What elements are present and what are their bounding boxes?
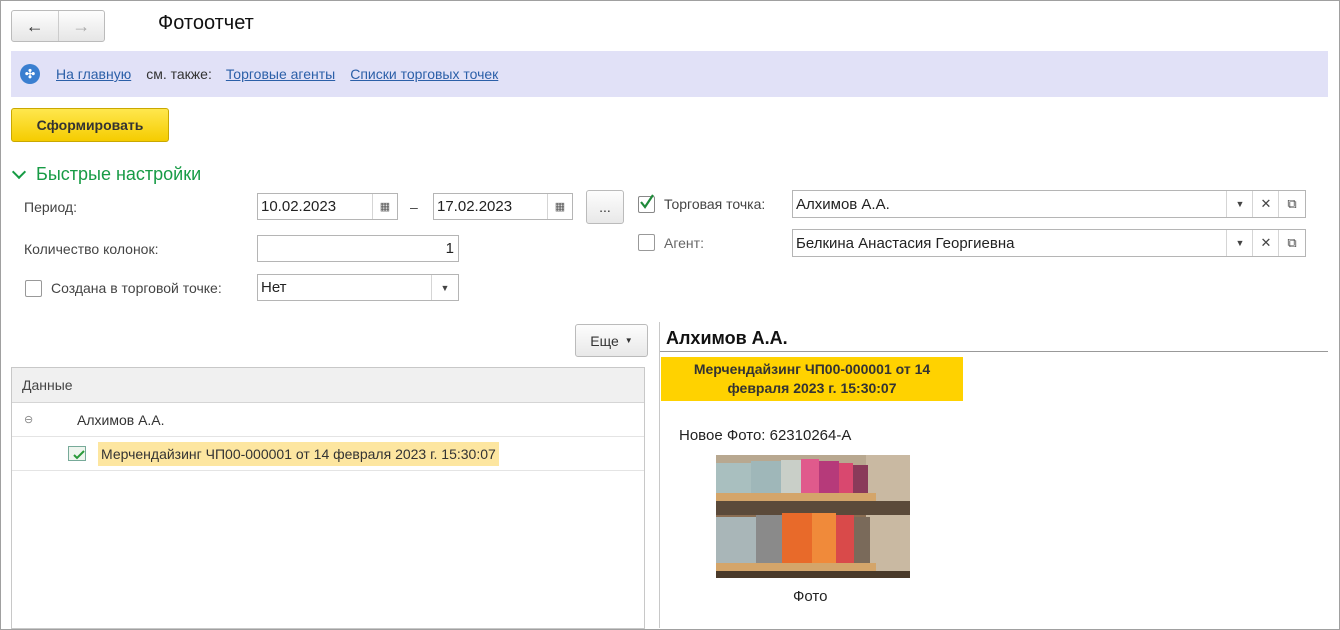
- tree-item-row[interactable]: Мерчендайзинг ЧП00-000001 от 14 февраля …: [12, 437, 644, 471]
- tree-header: Данные: [12, 368, 644, 403]
- tree-item-label: Мерчендайзинг ЧП00-000001 от 14 февраля …: [98, 442, 499, 466]
- report-doc-line1: Мерчендайзинг ЧП00-000001 от 14: [693, 361, 931, 377]
- report-new-photo: Новое Фото: 62310264-A: [679, 427, 852, 444]
- agents-link[interactable]: Торговые агенты: [226, 66, 335, 82]
- calendar-icon[interactable]: ▦: [372, 194, 397, 219]
- date-to-value: 17.02.2023: [437, 198, 513, 215]
- more-button[interactable]: Еще ▼: [575, 324, 648, 357]
- document-posted-icon: [68, 446, 86, 461]
- open-icon[interactable]: ⧉: [1278, 191, 1305, 217]
- outlet-lists-link[interactable]: Списки торговых точек: [350, 66, 498, 82]
- check-icon: [640, 194, 654, 209]
- report-doc-line2: февраля 2023 г. 15:30:07: [727, 380, 897, 396]
- period-select-button[interactable]: ...: [586, 190, 624, 224]
- chevron-down-icon: ▼: [624, 336, 633, 345]
- columns-value: 1: [445, 240, 454, 257]
- agent-checkbox[interactable]: [638, 234, 655, 251]
- report-area: Алхимов А.А. Мерчендайзинг ЧП00-000001 о…: [659, 322, 1328, 628]
- home-link[interactable]: На главную: [56, 66, 131, 82]
- agent-input[interactable]: Белкина Анастасия Георгиевна ▼ ✕ ⧉: [792, 229, 1306, 257]
- outlet-input[interactable]: Алхимов А.А. ▼ ✕ ⧉: [792, 190, 1306, 218]
- back-button[interactable]: ←: [12, 11, 58, 41]
- agent-label: Агент:: [664, 235, 704, 251]
- chevron-down-icon: [11, 164, 27, 180]
- date-to-input[interactable]: 17.02.2023 ▦: [433, 193, 573, 220]
- agent-value: Белкина Анастасия Георгиевна: [796, 234, 1015, 252]
- tree-group-row[interactable]: ⊖ Алхимов А.А.: [12, 403, 644, 437]
- created-select[interactable]: Нет ▼: [257, 274, 459, 301]
- forward-button[interactable]: →: [57, 11, 105, 41]
- columns-label: Количество колонок:: [24, 241, 159, 257]
- merchandise-photo[interactable]: [716, 455, 910, 578]
- period-label: Период:: [24, 199, 77, 215]
- report-document-cell[interactable]: Мерчендайзинг ЧП00-000001 от 14 февраля …: [661, 357, 963, 401]
- open-icon[interactable]: ⧉: [1278, 230, 1305, 256]
- outlet-value: Алхимов А.А.: [796, 195, 890, 213]
- more-label: Еще: [590, 332, 619, 349]
- collapse-icon[interactable]: ⊖: [24, 413, 33, 426]
- created-value: Нет: [261, 279, 287, 296]
- tree-group-label: Алхимов А.А.: [77, 411, 165, 428]
- period-dash: –: [410, 199, 418, 215]
- quick-settings-toggle[interactable]: Быстрые настройки: [11, 164, 202, 185]
- created-checkbox[interactable]: [25, 280, 42, 297]
- report-divider: [660, 351, 1328, 352]
- report-photo-caption: Фото: [793, 588, 828, 605]
- date-from-value: 10.02.2023: [261, 198, 337, 215]
- hub-icon: ✣: [20, 64, 40, 84]
- links-bar: ✣ На главную см. также: Торговые агенты …: [11, 51, 1328, 97]
- arrow-right-icon: →: [72, 15, 91, 36]
- page-title: Фотоотчет: [158, 12, 254, 34]
- arrow-left-icon: ←: [25, 15, 44, 36]
- outlet-label: Торговая точка:: [664, 196, 766, 212]
- columns-input[interactable]: 1: [257, 235, 459, 262]
- date-from-input[interactable]: 10.02.2023 ▦: [257, 193, 398, 220]
- data-tree: Данные ⊖ Алхимов А.А. Мерчендайзинг ЧП00…: [11, 367, 645, 629]
- clear-icon[interactable]: ✕: [1252, 191, 1279, 217]
- clear-icon[interactable]: ✕: [1252, 230, 1279, 256]
- created-label: Создана в торговой точке:: [51, 280, 222, 296]
- report-outlet-name: Алхимов А.А.: [666, 328, 788, 348]
- chevron-down-icon[interactable]: ▼: [1226, 191, 1253, 217]
- calendar-icon[interactable]: ▦: [547, 194, 572, 219]
- generate-button[interactable]: Сформировать: [11, 108, 169, 142]
- nav-buttons: ← →: [11, 10, 105, 42]
- chevron-down-icon[interactable]: ▼: [1226, 230, 1253, 256]
- quick-settings-title: Быстрые настройки: [36, 164, 202, 184]
- chevron-down-icon[interactable]: ▼: [431, 275, 458, 300]
- outlet-checkbox[interactable]: [638, 194, 655, 213]
- see-also-label: см. также:: [146, 66, 212, 82]
